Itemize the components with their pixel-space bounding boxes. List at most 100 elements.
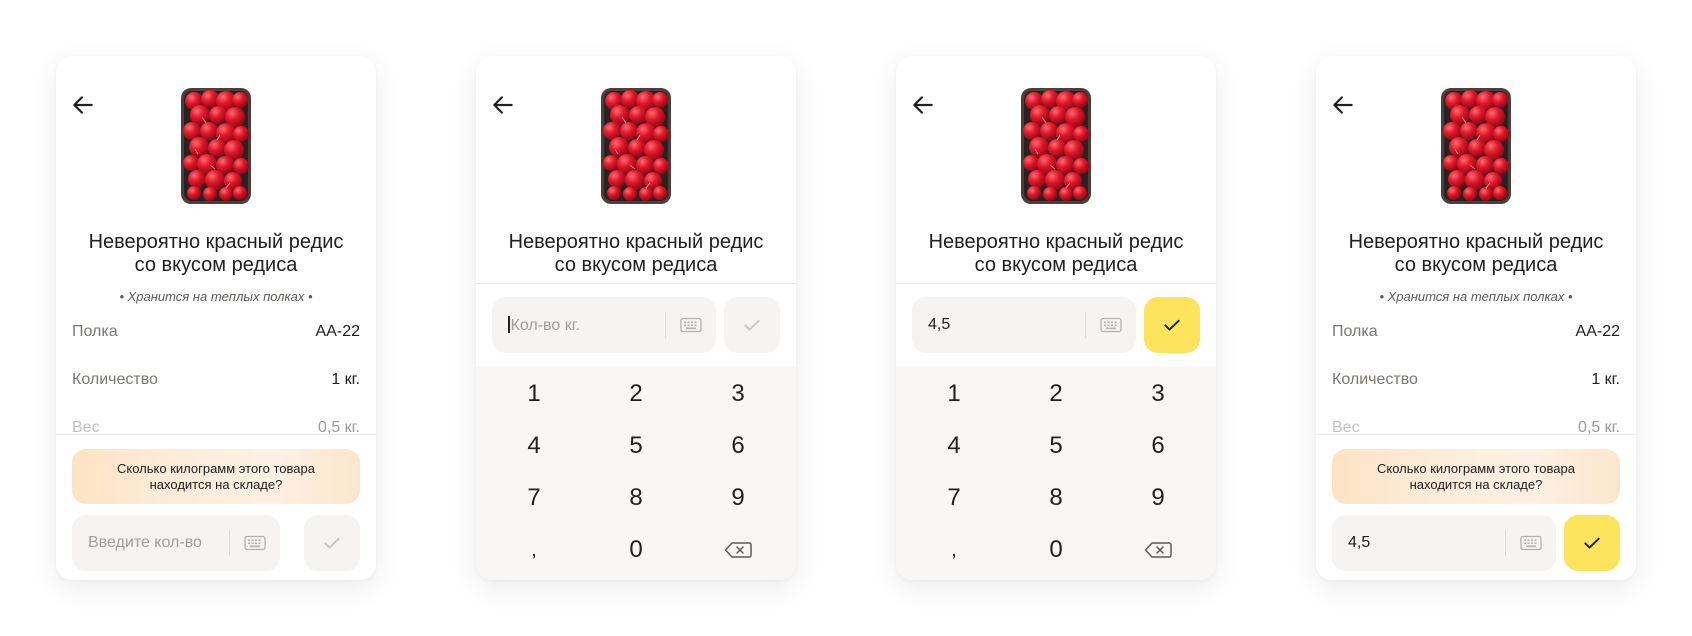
backspace-icon	[724, 542, 752, 558]
input-panel: Кол-во кг.	[476, 283, 796, 366]
product-title-line2: со вкусом редиса	[1394, 254, 1558, 276]
prompt-line1: Сколько килограмм этого товара	[117, 460, 315, 476]
key-5[interactable]: 5	[1006, 420, 1106, 472]
input-divider	[1085, 312, 1086, 338]
arrow-left-icon[interactable]	[70, 92, 96, 118]
checkmark-icon	[1164, 319, 1180, 331]
key-6[interactable]: 6	[1108, 420, 1208, 472]
quantity-input-value: 4,5	[928, 316, 951, 333]
detail-row-quantity: Количество 1 кг.	[1316, 356, 1636, 404]
quantity-input-placeholder: Кол-во кг.	[508, 315, 657, 335]
product-title: Невероятно красный редис со вкусом редис…	[906, 231, 1206, 277]
key-0[interactable]: 0	[586, 524, 686, 576]
screen-quantity-entry-filled: Невероятно красный редис со вкусом редис…	[896, 56, 1216, 580]
storage-note: • Хранится на теплых полках •	[119, 289, 313, 304]
quantity-input-value: 4,5	[1348, 534, 1371, 551]
numeric-keypad: 1 2 3 4 5 6 7 8 9 , 0	[896, 366, 1216, 580]
checkmark-icon	[324, 537, 340, 549]
screen-quantity-entry-empty: Невероятно красный редис со вкусом редис…	[476, 56, 796, 580]
key-3[interactable]: 3	[688, 368, 788, 420]
key-comma[interactable]: ,	[484, 524, 584, 576]
key-4[interactable]: 4	[484, 420, 584, 472]
product-title-line2: со вкусом редиса	[134, 254, 298, 276]
key-4[interactable]: 4	[904, 420, 1004, 472]
product-title: Невероятно красный редис со вкусом редис…	[66, 231, 366, 277]
keyboard-icon[interactable]	[680, 317, 702, 333]
key-0[interactable]: 0	[1006, 524, 1106, 576]
bottom-panel: Сколько килограмм этого товара находится…	[56, 434, 376, 580]
checkmark-icon	[744, 319, 760, 331]
product-title-line1: Невероятно красный редис	[88, 231, 344, 253]
storage-note: • Хранится на теплых полках •	[1379, 289, 1573, 304]
key-7[interactable]: 7	[484, 472, 584, 524]
arrow-left-icon[interactable]	[910, 92, 936, 118]
key-2[interactable]: 2	[586, 368, 686, 420]
confirm-button[interactable]	[1144, 297, 1200, 353]
detail-label: Количество	[72, 371, 158, 388]
detail-value: 1 кг.	[1591, 371, 1620, 388]
key-7[interactable]: 7	[904, 472, 1004, 524]
key-5[interactable]: 5	[586, 420, 686, 472]
quantity-prompt: Сколько килограмм этого товара находится…	[72, 449, 360, 504]
backspace-key[interactable]	[688, 524, 788, 576]
prompt-line2: находится на складе?	[1409, 476, 1543, 492]
detail-row-quantity: Количество 1 кг.	[56, 356, 376, 404]
prompt-line2: находится на складе?	[149, 476, 283, 492]
product-title-line2: со вкусом редиса	[974, 254, 1138, 276]
bottom-panel: Сколько килограмм этого товара находится…	[1316, 434, 1636, 580]
key-9[interactable]: 9	[688, 472, 788, 524]
detail-value: АА-22	[315, 323, 360, 340]
quantity-input[interactable]: 4,5	[912, 297, 1136, 353]
quantity-prompt: Сколько килограмм этого товара находится…	[1332, 449, 1620, 504]
screen-product-details-filled: Невероятно красный редис со вкусом редис…	[1316, 56, 1636, 580]
detail-value: 1 кг.	[331, 371, 360, 388]
text-cursor	[508, 315, 510, 333]
backspace-key[interactable]	[1108, 524, 1208, 576]
prompt-line1: Сколько килограмм этого товара	[1377, 460, 1575, 476]
confirm-button[interactable]	[1564, 515, 1620, 571]
key-8[interactable]: 8	[586, 472, 686, 524]
arrow-left-icon[interactable]	[490, 92, 516, 118]
input-divider	[665, 312, 666, 338]
keyboard-icon[interactable]	[1520, 535, 1542, 551]
key-1[interactable]: 1	[904, 368, 1004, 420]
confirm-button[interactable]	[724, 297, 780, 353]
screen-product-details: Невероятно красный редис со вкусом редис…	[56, 56, 376, 580]
arrow-left-icon[interactable]	[1330, 92, 1356, 118]
product-image	[180, 87, 252, 205]
quantity-input[interactable]: Введите кол-во	[72, 515, 280, 571]
product-title: Невероятно красный редис со вкусом редис…	[486, 231, 786, 277]
product-title-line1: Невероятно красный редис	[508, 231, 764, 253]
confirm-button[interactable]	[304, 515, 360, 571]
product-title-line1: Невероятно красный редис	[1348, 231, 1604, 253]
detail-label: Полка	[1332, 323, 1378, 340]
quantity-input[interactable]: 4,5	[1332, 515, 1556, 571]
numeric-keypad: 1 2 3 4 5 6 7 8 9 , 0	[476, 366, 796, 580]
backspace-icon	[1144, 542, 1172, 558]
detail-row-shelf: Полка АА-22	[1316, 308, 1636, 356]
placeholder-text: Кол-во кг.	[510, 316, 581, 334]
input-divider	[229, 530, 230, 556]
product-image	[1440, 87, 1512, 205]
detail-label: Количество	[1332, 371, 1418, 388]
product-image	[1020, 87, 1092, 205]
key-3[interactable]: 3	[1108, 368, 1208, 420]
detail-label: Полка	[72, 323, 118, 340]
key-2[interactable]: 2	[1006, 368, 1106, 420]
quantity-input[interactable]: Кол-во кг.	[492, 297, 716, 353]
keyboard-icon[interactable]	[1100, 317, 1122, 333]
detail-value: АА-22	[1575, 323, 1620, 340]
detail-row-shelf: Полка АА-22	[56, 308, 376, 356]
key-8[interactable]: 8	[1006, 472, 1106, 524]
keyboard-icon[interactable]	[244, 535, 266, 551]
quantity-input-placeholder: Введите кол-во	[88, 534, 202, 551]
key-6[interactable]: 6	[688, 420, 788, 472]
input-divider	[1505, 530, 1506, 556]
key-comma[interactable]: ,	[904, 524, 1004, 576]
product-title-line1: Невероятно красный редис	[928, 231, 1184, 253]
key-1[interactable]: 1	[484, 368, 584, 420]
checkmark-icon	[1584, 537, 1600, 549]
product-title-line2: со вкусом редиса	[554, 254, 718, 276]
product-title: Невероятно красный редис со вкусом редис…	[1326, 231, 1626, 277]
key-9[interactable]: 9	[1108, 472, 1208, 524]
